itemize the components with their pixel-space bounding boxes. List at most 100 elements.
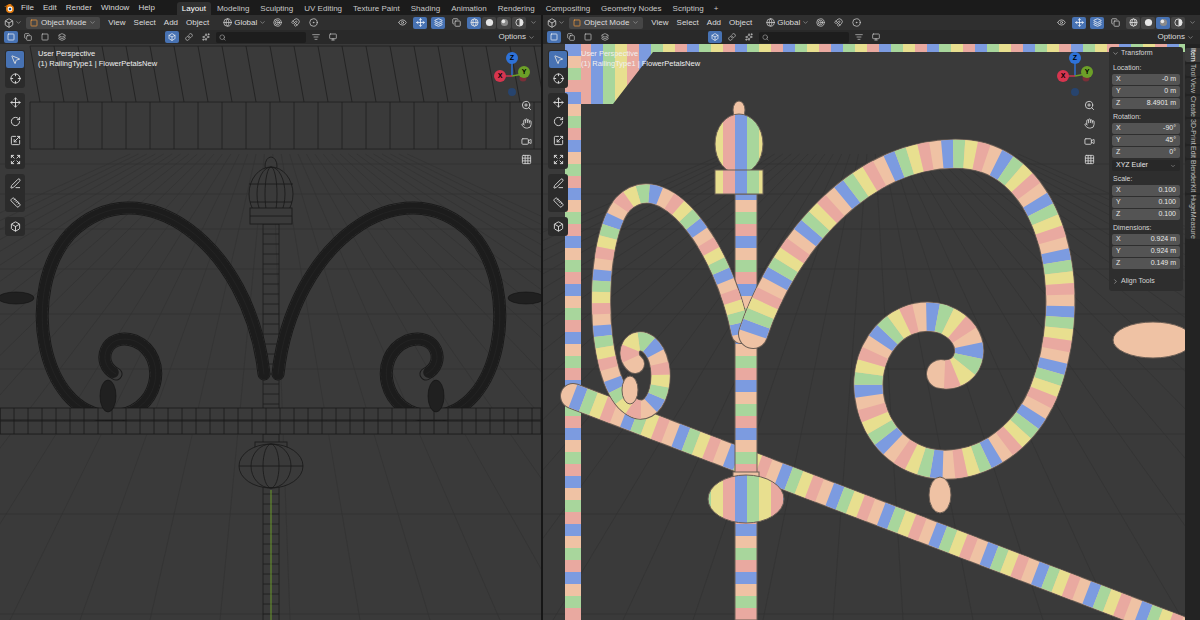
snap-button[interactable] [288, 17, 302, 29]
header-menu-item[interactable]: Select [134, 17, 156, 29]
workspace-tab[interactable]: Shading [406, 2, 445, 15]
workspace-tab[interactable]: Modeling [212, 2, 254, 15]
xray-button[interactable] [1108, 17, 1122, 29]
number-field[interactable]: X-90° [1112, 123, 1180, 134]
zoom-button[interactable] [1082, 98, 1097, 113]
move-tool[interactable] [549, 94, 567, 111]
wireframe-shading-button[interactable] [467, 17, 481, 29]
select-mode-invert[interactable] [598, 31, 612, 43]
filter-button[interactable] [852, 31, 866, 43]
visibility-button[interactable] [395, 17, 409, 29]
workspace-tab[interactable]: UV Editing [299, 2, 347, 15]
viewport-canvas[interactable]: User Perspective(1) RailingType1 | Flowe… [0, 44, 541, 620]
ortho-button[interactable] [519, 152, 534, 167]
zoom-button[interactable] [519, 98, 534, 113]
search-field[interactable] [216, 32, 306, 43]
material-shading-button[interactable] [497, 17, 511, 29]
scale-tool[interactable] [6, 132, 24, 149]
sidebar-tab[interactable]: Edit [1185, 146, 1200, 158]
camera-button[interactable] [1082, 134, 1097, 149]
add-cube-tool[interactable] [549, 218, 567, 235]
filter-button[interactable] [309, 31, 323, 43]
snap-button[interactable] [831, 17, 845, 29]
select-mode-invert[interactable] [55, 31, 69, 43]
workspace-tab[interactable]: Layout [177, 2, 211, 15]
material-shading-button[interactable] [1156, 17, 1170, 29]
header-menu-item[interactable]: View [108, 17, 125, 29]
object-type-button[interactable] [165, 31, 179, 43]
number-field[interactable]: X-0 m [1112, 74, 1180, 85]
workspace-tab[interactable]: Geometry Nodes [596, 2, 666, 15]
mode-dropdown[interactable]: Object Mode [569, 17, 643, 29]
textured-railing-drawing[interactable] [543, 44, 1200, 620]
ortho-button[interactable] [1082, 152, 1097, 167]
number-field[interactable]: Z0° [1112, 147, 1180, 158]
proportional-button[interactable] [849, 17, 863, 29]
chevron-down-icon[interactable] [530, 19, 537, 26]
header-menu-item[interactable]: Select [677, 17, 699, 29]
solid-shading-button[interactable] [1141, 17, 1155, 29]
wireframe-railing-drawing[interactable] [0, 44, 541, 620]
overlays-button[interactable] [431, 17, 445, 29]
options-dropdown[interactable]: Options [498, 31, 537, 43]
select-mode-subtract[interactable] [38, 31, 52, 43]
sidebar-tab[interactable]: BlenderKit [1185, 160, 1200, 192]
select-mode-extend[interactable] [564, 31, 578, 43]
rotate-tool[interactable] [549, 113, 567, 130]
display-button[interactable] [869, 31, 883, 43]
navigation-gizmo[interactable]: ZXY [492, 52, 532, 98]
number-field[interactable]: Z0.100 [1112, 209, 1180, 220]
solid-shading-button[interactable] [482, 17, 496, 29]
annotate-tool[interactable] [549, 175, 567, 192]
workspace-tab[interactable]: Scripting [668, 2, 709, 15]
rotate-tool[interactable] [6, 113, 24, 130]
workspace-tab[interactable]: Sculpting [255, 2, 298, 15]
annotate-tool[interactable] [6, 175, 24, 192]
number-field[interactable]: X0.100 [1112, 185, 1180, 196]
xray-button[interactable] [449, 17, 463, 29]
transform-tool[interactable] [549, 151, 567, 168]
blender-logo-icon[interactable] [3, 2, 15, 14]
select-mode-new[interactable] [4, 31, 18, 43]
measure-tool[interactable] [6, 194, 24, 211]
overlays-button[interactable] [1090, 17, 1104, 29]
app-menu-item[interactable]: Render [66, 2, 92, 14]
move-tool[interactable] [6, 94, 24, 111]
header-menu-item[interactable]: Object [186, 17, 209, 29]
workspace-tab[interactable]: Compositing [541, 2, 595, 15]
link-button[interactable] [182, 31, 196, 43]
rendered-shading-button[interactable] [512, 17, 526, 29]
number-field[interactable]: Y0.924 m [1112, 246, 1180, 257]
proportional-button[interactable] [306, 17, 320, 29]
app-menu-item[interactable]: File [21, 2, 34, 14]
object-type-button[interactable] [708, 31, 722, 43]
sidebar-tab[interactable]: 3D-Print [1185, 119, 1200, 145]
number-field[interactable]: X0.924 m [1112, 234, 1180, 245]
header-menu-item[interactable]: Add [164, 17, 178, 29]
camera-button[interactable] [519, 134, 534, 149]
cursor-tool[interactable] [6, 70, 24, 87]
sidebar-tab[interactable]: Tool [1185, 64, 1200, 77]
options-dropdown[interactable]: Options [1157, 31, 1196, 43]
effects-button[interactable] [742, 31, 756, 43]
orientation-dropdown[interactable]: Global [223, 17, 266, 29]
viewport-canvas[interactable]: User Perspective(1) RailingType1 | Flowe… [543, 44, 1200, 620]
sidebar-tab[interactable]: HugeMeasure [1185, 195, 1200, 239]
gizmo-button[interactable] [413, 17, 427, 29]
pivot-button[interactable] [270, 17, 284, 29]
number-field[interactable]: Y0 m [1112, 86, 1180, 97]
mode-dropdown[interactable]: Object Mode [26, 17, 100, 29]
header-menu-item[interactable]: View [651, 17, 668, 29]
scale-tool[interactable] [549, 132, 567, 149]
sidebar-tab[interactable]: Item [1185, 48, 1200, 62]
app-menu-item[interactable]: Window [101, 2, 129, 14]
select-box-tool[interactable] [6, 51, 24, 68]
navigation-gizmo[interactable]: ZXY [1055, 52, 1095, 98]
workspace-tab[interactable]: Animation [446, 2, 492, 15]
sidebar-tab[interactable]: Create [1185, 96, 1200, 117]
number-field[interactable]: Z0.149 m [1112, 258, 1180, 269]
align-tools-subpanel[interactable]: Align Tools [1112, 275, 1180, 287]
select-box-tool[interactable] [549, 51, 567, 68]
pan-button[interactable] [519, 116, 534, 131]
measure-tool[interactable] [549, 194, 567, 211]
